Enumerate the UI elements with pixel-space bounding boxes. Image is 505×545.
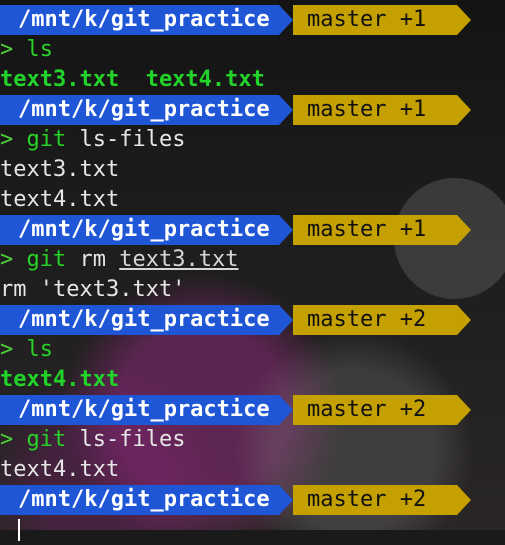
prompt-path: /mnt/k/git_practice [0,5,279,35]
prompt-path: /mnt/k/git_practice [0,395,279,425]
prompt-path: /mnt/k/git_practice [0,485,279,515]
prompt-line: /mnt/k/git_practice master +1 [0,5,505,35]
prompt-arrow-icon: > [0,247,14,272]
git-status: master +1 [293,95,457,125]
command-file-arg: text3.txt [119,247,239,272]
prompt-end-icon [457,215,471,245]
git-status: master +2 [293,485,457,515]
command-exe: git [26,127,67,152]
prompt-end-icon [457,305,471,335]
text-cursor[interactable] [18,519,20,541]
prompt-path: /mnt/k/git_practice [0,215,279,245]
prompt-end-icon [457,5,471,35]
prompt-separator-icon [279,95,293,125]
prompt-line: /mnt/k/git_practice master +2 [0,305,505,335]
git-status: master +2 [293,305,457,335]
command-output: text4.txt [0,367,120,392]
prompt-end-icon [457,95,471,125]
terminal-window[interactable]: /mnt/k/git_practice master +1 > ls text3… [0,0,505,541]
prompt-arrow-icon: > [0,337,14,362]
command-output: text3.txt text4.txt [0,67,265,92]
prompt-separator-icon [279,215,293,245]
command-output: text3.txt [0,157,120,182]
prompt-line: /mnt/k/git_practice master +1 [0,215,505,245]
command-line: > git rm text3.txt [0,245,505,275]
command-exe: git [26,427,67,452]
prompt-arrow-icon: > [0,127,14,152]
command-args: ls-files [79,127,186,152]
command-args: rm [79,247,107,272]
prompt-end-icon [457,395,471,425]
command-text: ls [26,337,54,362]
prompt-separator-icon [279,485,293,515]
prompt-path: /mnt/k/git_practice [0,95,279,125]
command-line: > ls [0,335,505,365]
command-line: > ls [0,35,505,65]
prompt-separator-icon [279,395,293,425]
git-status: master +1 [293,5,457,35]
command-text: ls [26,37,54,62]
command-line: > git ls-files [0,425,505,455]
prompt-line: /mnt/k/git_practice master +1 [0,95,505,125]
prompt-separator-icon [279,305,293,335]
command-output: text4.txt [0,187,120,212]
git-status: master +1 [293,215,457,245]
git-status: master +2 [293,395,457,425]
command-args: ls-files [79,427,186,452]
command-exe: git [26,247,67,272]
prompt-end-icon [457,485,471,515]
command-output: text4.txt [0,457,120,482]
prompt-line: /mnt/k/git_practice master +2 [0,395,505,425]
command-line: > git ls-files [0,125,505,155]
active-input-line[interactable] [0,515,505,545]
prompt-arrow-icon: > [0,427,14,452]
prompt-path: /mnt/k/git_practice [0,305,279,335]
prompt-line: /mnt/k/git_practice master +2 [0,485,505,515]
command-output: rm 'text3.txt' [0,277,186,302]
prompt-arrow-icon: > [0,37,14,62]
prompt-separator-icon [279,5,293,35]
